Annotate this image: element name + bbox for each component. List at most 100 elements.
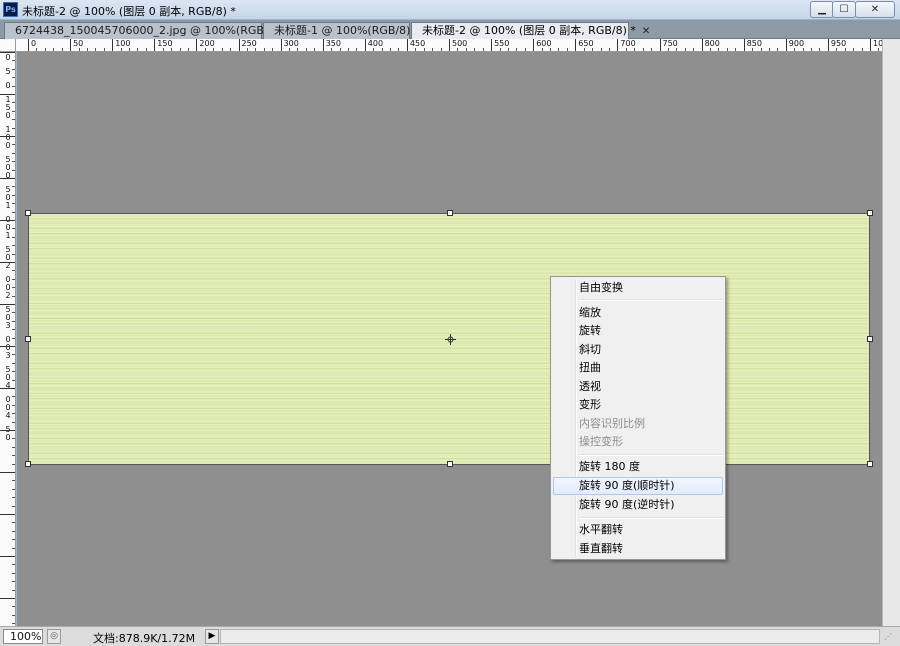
menu-separator xyxy=(579,517,723,519)
ruler-minor-tick xyxy=(432,48,434,51)
ruler-minor-tick xyxy=(145,48,147,51)
transform-handle-middle-left[interactable] xyxy=(25,336,31,342)
menu-item-content-aware-scale: 内容识别比例 xyxy=(579,417,645,430)
ruler-major-tick xyxy=(785,39,787,51)
close-button[interactable]: ✕ xyxy=(855,1,895,18)
menu-item-distort[interactable]: 扭曲 xyxy=(553,359,723,377)
ruler-minor-tick xyxy=(760,48,762,51)
window-title: 未标题-2 @ 100% (图层 0 副本, RGB/8) * xyxy=(22,5,236,18)
ruler-label: 950 xyxy=(830,39,847,48)
ruler-minor-tick xyxy=(390,48,392,51)
menu-item-flip-vertical[interactable]: 垂直翻转 xyxy=(553,540,723,558)
menu-item-flip-horizontal[interactable]: 水平翻转 xyxy=(553,521,723,539)
ruler-minor-tick xyxy=(398,48,400,51)
ruler-minor-tick xyxy=(516,48,518,51)
menu-item-rotate-90-ccw[interactable]: 旋转 90 度(逆时针) xyxy=(553,496,723,514)
ruler-label: 600 xyxy=(536,39,552,48)
ruler-minor-tick xyxy=(78,48,80,51)
ruler-minor-tick xyxy=(566,48,568,51)
ruler-minor-tick xyxy=(12,589,15,591)
ruler-label: 250 xyxy=(241,39,257,48)
ruler-minor-tick xyxy=(12,152,15,154)
ruler-major-tick xyxy=(659,39,661,51)
transform-reference-point-icon[interactable] xyxy=(445,334,456,345)
ruler-minor-tick xyxy=(735,48,737,51)
ruler-minor-tick xyxy=(474,48,476,51)
tab-document-untitled-2[interactable]: 未标题-2 @ 100% (图层 0 副本, RGB/8) * ✕ xyxy=(411,22,650,39)
ruler-minor-tick xyxy=(802,48,804,51)
ruler-minor-tick xyxy=(12,68,15,70)
ruler-major-tick xyxy=(0,178,15,179)
ruler-major-tick xyxy=(154,39,156,51)
ruler-minor-tick xyxy=(61,48,63,51)
ruler-minor-tick xyxy=(12,480,15,482)
menu-item-perspective[interactable]: 透视 xyxy=(553,378,723,396)
ruler-minor-tick xyxy=(12,77,15,79)
transform-handle-top-left[interactable] xyxy=(25,210,31,216)
minimize-button[interactable]: ▁ xyxy=(810,1,834,18)
ruler-minor-tick xyxy=(12,194,15,196)
zoom-level-field[interactable]: 100% xyxy=(3,629,43,644)
ruler-minor-tick xyxy=(272,48,274,51)
menu-item-scale[interactable]: 缩放 xyxy=(553,304,723,322)
ruler-minor-tick xyxy=(600,48,602,51)
ruler-minor-tick xyxy=(12,127,15,129)
status-menu-arrow-icon[interactable]: ▶ xyxy=(205,629,219,644)
menu-item-rotate[interactable]: 旋转 xyxy=(553,322,723,340)
ruler-minor-tick xyxy=(482,48,484,51)
menu-item-rotate-180[interactable]: 旋转 180 度 xyxy=(553,458,723,476)
ruler-minor-tick xyxy=(608,48,610,51)
ruler-major-tick xyxy=(575,39,577,51)
transform-handle-bottom-left[interactable] xyxy=(25,461,31,467)
ruler-label: 800 xyxy=(704,39,720,48)
ruler-minor-tick xyxy=(12,606,15,608)
transform-handle-bottom-center[interactable] xyxy=(447,461,453,467)
ruler-minor-tick xyxy=(129,48,131,51)
ruler-label: 0 xyxy=(5,81,11,90)
ruler-corner[interactable] xyxy=(0,39,16,52)
ruler-major-tick xyxy=(0,346,15,347)
status-info-icon[interactable]: ◎ xyxy=(47,629,61,644)
maximize-button[interactable]: ☐ xyxy=(832,1,856,18)
tab-document-untitled-1[interactable]: 未标题-1 @ 100%(RGB/8) *✕ xyxy=(263,22,434,39)
transform-handle-top-center[interactable] xyxy=(447,210,453,216)
status-bar: 100% ◎ 文档:878.9K/1.72M ▶ ⋰ xyxy=(0,626,900,646)
ruler-major-tick xyxy=(0,136,15,137)
menu-item-rotate-90-cw[interactable]: 旋转 90 度(顺时针) xyxy=(553,477,723,495)
ruler-minor-tick xyxy=(499,48,501,51)
ruler-minor-tick xyxy=(12,505,15,507)
menu-item-free-transform[interactable]: 自由变换 xyxy=(553,279,723,297)
ruler-label: 0 xyxy=(5,111,11,120)
ruler-minor-tick xyxy=(836,48,838,51)
tab-label: 未标题-2 @ 100% (图层 0 副本, RGB/8) * xyxy=(422,24,636,37)
ruler-minor-tick xyxy=(187,48,189,51)
vertical-ruler[interactable]: 05015010050050100150200250300350400450 xyxy=(0,52,16,626)
ruler-label: 350 xyxy=(325,39,341,48)
transform-handle-top-right[interactable] xyxy=(867,210,873,216)
tab-document-jpg[interactable]: 6724438_150045706000_2.jpg @ 100%(RGB/8#… xyxy=(4,22,312,39)
ruler-minor-tick xyxy=(861,48,863,51)
ruler-minor-tick xyxy=(12,236,15,238)
ruler-major-tick xyxy=(280,39,282,51)
ruler-minor-tick xyxy=(305,48,307,51)
ruler-minor-tick xyxy=(878,48,880,51)
tab-label: 6724438_150045706000_2.jpg @ 100%(RGB/8#… xyxy=(15,24,298,37)
ruler-label: 0 xyxy=(31,39,37,48)
resize-grip-icon[interactable]: ⋰ xyxy=(884,632,894,642)
tab-close-icon[interactable]: ✕ xyxy=(642,26,650,37)
menu-item-warp[interactable]: 变形 xyxy=(553,396,723,414)
transform-handle-bottom-right[interactable] xyxy=(867,461,873,467)
ruler-label: 1 xyxy=(5,201,11,210)
horizontal-ruler[interactable]: 0 50 100 150 200 250 300 350 400 450 500 550 600 650 7… xyxy=(16,39,882,52)
horizontal-scrollbar[interactable] xyxy=(220,629,880,644)
vertical-scrollbar[interactable] xyxy=(882,39,900,626)
menu-item-skew[interactable]: 斜切 xyxy=(553,341,723,359)
transform-handle-middle-right[interactable] xyxy=(867,336,873,342)
tab-label: 未标题-1 @ 100%(RGB/8) * xyxy=(274,24,420,37)
ruler-minor-tick xyxy=(423,48,425,51)
ruler-label: 200 xyxy=(199,39,215,48)
ruler-label: 150 xyxy=(157,39,173,48)
ruler-minor-tick xyxy=(583,48,585,51)
ruler-major-tick xyxy=(0,556,15,557)
ruler-major-tick xyxy=(322,39,324,51)
